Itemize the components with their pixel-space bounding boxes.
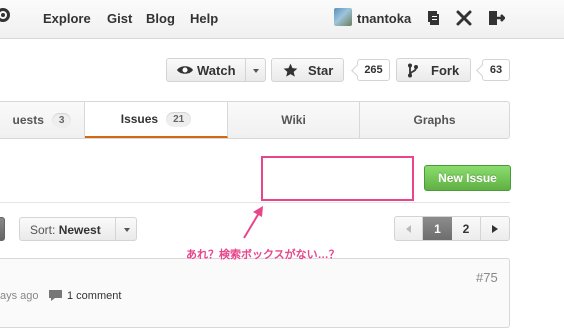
star-button[interactable]: Star (271, 58, 344, 82)
prev-page-button[interactable] (395, 217, 423, 240)
fork-button[interactable]: Fork (396, 58, 471, 82)
nav-blog[interactable]: Blog (146, 11, 175, 26)
tab-issues[interactable]: Issues 21 (85, 102, 228, 138)
tab-wiki[interactable]: Wiki (228, 102, 360, 138)
tab-graphs[interactable]: Graphs (360, 102, 509, 138)
tab-pull-requests-label: uests (12, 113, 44, 127)
chevron-down-icon (253, 69, 259, 73)
star-label: Star (308, 63, 334, 78)
username-link[interactable]: tnantoka (357, 11, 411, 26)
page-1[interactable]: 1 (423, 217, 452, 240)
fork-label: Fork (431, 63, 460, 78)
annotation-arrow-icon (243, 206, 263, 239)
sort-value: Newest (58, 223, 101, 237)
fork-count[interactable]: 63 (482, 59, 510, 81)
chevron-down-icon (124, 228, 130, 232)
sort-select[interactable]: Sort: Newest (19, 217, 137, 241)
watch-button[interactable]: Watch (166, 58, 266, 82)
repo-tabs: uests 3 Issues 21 Wiki Graphs (0, 101, 510, 139)
comment-count-link[interactable]: 1 comment (67, 290, 121, 302)
tab-wiki-label: Wiki (281, 113, 306, 127)
nav-explore[interactable]: Explore (43, 11, 91, 26)
chevron-left-icon (405, 224, 411, 233)
tab-issues-counter: 21 (166, 111, 192, 127)
pagination: 1 2 (394, 216, 510, 241)
chevron-right-icon (492, 224, 498, 233)
watch-label: Watch (197, 63, 236, 78)
next-page-button[interactable] (481, 217, 509, 240)
star-count[interactable]: 265 (357, 59, 390, 81)
sign-out-icon[interactable] (487, 9, 505, 27)
sort-text: Sort: Newest (30, 223, 101, 237)
site-header: Explore Gist Blog Help tnantoka (0, 0, 564, 39)
new-repo-icon[interactable] (425, 9, 443, 27)
github-mark-icon[interactable] (0, 8, 10, 22)
sort-prefix: Sort: (30, 223, 56, 237)
eye-icon (177, 66, 193, 74)
sort-divider (115, 218, 116, 240)
new-issue-button[interactable]: New Issue (424, 165, 511, 191)
annotation-text: あれ？検索ボックスがない…？ (186, 249, 340, 261)
tab-issues-label: Issues (120, 112, 159, 126)
nav-help[interactable]: Help (190, 11, 218, 26)
settings-icon[interactable] (455, 9, 473, 27)
filter-button[interactable] (0, 217, 5, 241)
nav-gist[interactable]: Gist (107, 11, 132, 26)
avatar[interactable] (334, 8, 352, 26)
star-icon (283, 63, 298, 77)
issue-age: ays ago (0, 290, 39, 302)
fork-icon (408, 63, 418, 78)
page-2[interactable]: 2 (452, 217, 481, 240)
tab-pull-requests[interactable]: uests 3 (0, 102, 85, 138)
issue-number: #75 (476, 270, 498, 285)
watch-divider (245, 59, 246, 81)
divider (0, 202, 510, 203)
tab-pull-requests-counter: 3 (51, 112, 72, 128)
comment-icon (49, 290, 62, 301)
missing-search-box-highlight (261, 156, 414, 201)
tab-graphs-label: Graphs (413, 113, 456, 127)
